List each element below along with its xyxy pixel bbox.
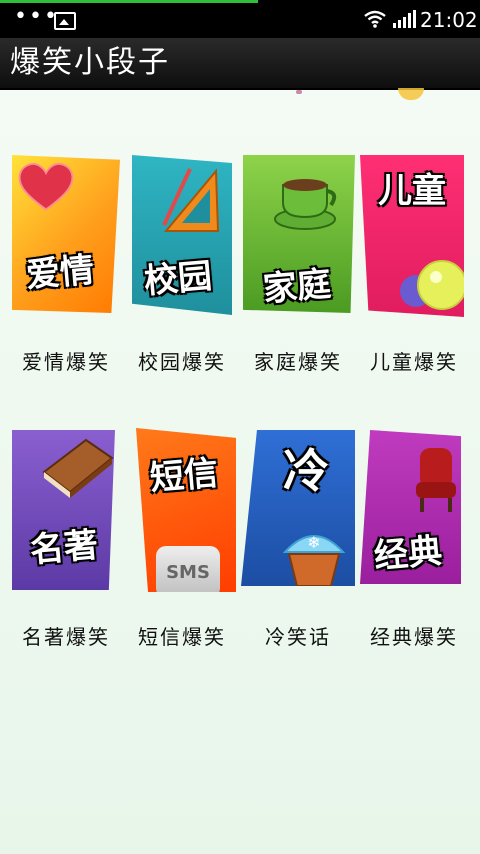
screenshot-notification-icon (54, 12, 76, 30)
category-tile-sms[interactable]: 短信 SMS (136, 428, 236, 592)
coffee-cup-icon (274, 179, 337, 230)
app-title: 爆笑小段子 (10, 45, 170, 80)
app-title-bar: 爆笑小段子 (0, 38, 480, 90)
frozen-cupcake-icon: ❄ (282, 533, 346, 586)
category-caption-kids[interactable]: 儿童爆笑 (354, 346, 474, 375)
tile-label-family: 家庭 (261, 264, 333, 310)
wifi-icon (364, 10, 386, 28)
category-tile-campus[interactable]: 校园 (132, 155, 232, 315)
tile-label-sms: 短信 (148, 453, 220, 499)
books-icon (42, 438, 114, 498)
category-tile-family[interactable]: 家庭 (243, 155, 355, 313)
category-tile-love[interactable]: 爱情 (12, 155, 120, 313)
heart-icon (18, 163, 74, 211)
decorative-dot (296, 90, 302, 94)
category-caption-campus[interactable]: 校园爆笑 (122, 346, 242, 375)
category-tile-classics-books[interactable]: 名著 (12, 430, 115, 590)
signal-strength-icon (393, 10, 416, 28)
category-caption-classics-books[interactable]: 名著爆笑 (6, 621, 126, 650)
tile-label-classic: 经典 (372, 531, 444, 577)
category-tile-cold-jokes[interactable]: 冷 ❄ (241, 430, 355, 586)
tile-label-love: 爱情 (24, 250, 96, 296)
tile-label-campus: 校园 (142, 256, 214, 302)
category-caption-cold-jokes[interactable]: 冷笑话 (238, 621, 358, 650)
status-clock: 21:02 (420, 8, 478, 32)
svg-text:❄: ❄ (307, 533, 320, 552)
category-caption-classic[interactable]: 经典爆笑 (354, 621, 474, 650)
armchair-icon (416, 448, 456, 512)
tile-label-cold-jokes: 冷 (283, 444, 329, 498)
status-bar: ••• 21:02 (0, 0, 480, 38)
sms-icon: SMS (156, 546, 220, 592)
tile-label-kids: 儿童 (378, 171, 446, 211)
more-notifications-icon: ••• (14, 4, 59, 29)
category-caption-family[interactable]: 家庭爆笑 (238, 346, 358, 375)
category-tile-kids[interactable]: 儿童 (360, 155, 464, 317)
triangle-ruler-icon (162, 168, 220, 232)
category-caption-sms[interactable]: 短信爆笑 (122, 621, 242, 650)
download-progress-indicator (0, 0, 258, 3)
tile-label-classics-books: 名著 (28, 525, 100, 571)
category-caption-love[interactable]: 爱情爆笑 (6, 346, 126, 375)
balloons-icon (400, 260, 464, 310)
category-tile-classic[interactable]: 经典 (360, 430, 461, 584)
